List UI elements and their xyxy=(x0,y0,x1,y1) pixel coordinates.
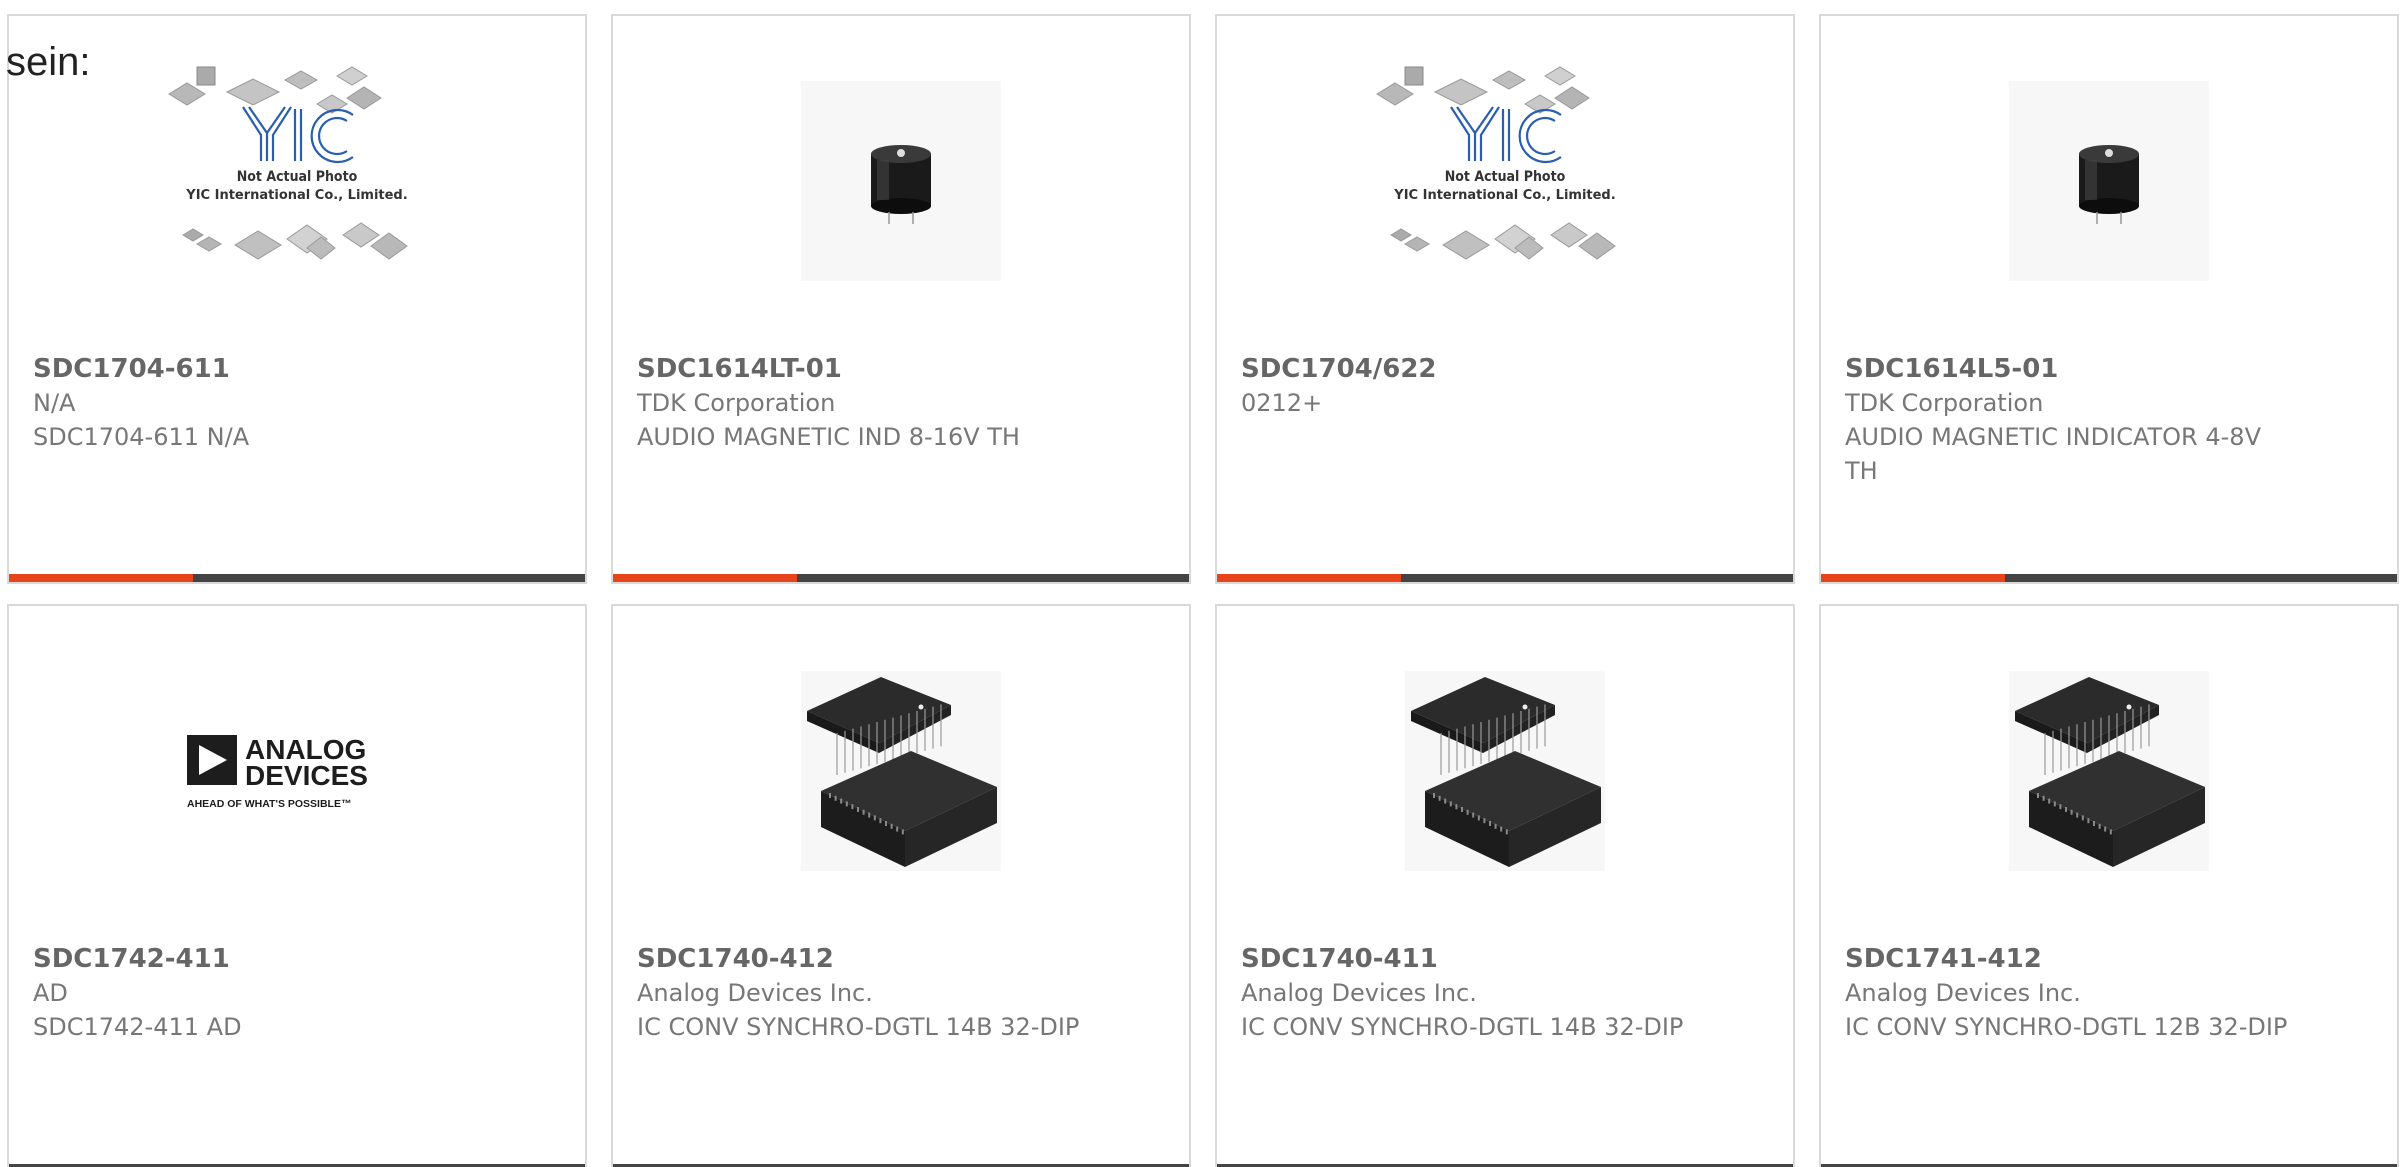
product-card-3[interactable]: Not Actual Photo YIC International Co., L… xyxy=(1215,14,1795,584)
product-card-5[interactable]: ANALOG DEVICES AHEAD OF WHAT'S POSSIBLE™ S… xyxy=(7,604,587,1167)
product-description: AUDIO MAGNETIC IND 8-16V TH xyxy=(637,423,1020,451)
product-card-8[interactable]: SDC1741-412 Analog Devices Inc. IC CONV … xyxy=(1819,604,2399,1167)
product-card-2[interactable]: SDC1614LT-01 TDK Corporation AUDIO MAGNE… xyxy=(611,14,1191,584)
placeholder-caption-1: Not Actual Photo xyxy=(237,169,358,185)
dip-module-image xyxy=(2009,671,2209,871)
product-image-area xyxy=(613,666,1189,876)
card-progress-bar xyxy=(1217,574,1793,582)
product-manufacturer: Analog Devices Inc. xyxy=(1845,979,2081,1007)
card-progress-fill xyxy=(1821,574,2006,582)
product-manufacturer: Analog Devices Inc. xyxy=(637,979,873,1007)
product-manufacturer: N/A xyxy=(33,389,76,417)
placeholder-caption-1: Not Actual Photo xyxy=(1445,169,1566,185)
product-manufacturer: TDK Corporation xyxy=(637,389,836,417)
product-card-7[interactable]: SDC1740-411 Analog Devices Inc. IC CONV … xyxy=(1215,604,1795,1167)
product-manufacturer: Analog Devices Inc. xyxy=(1241,979,1477,1007)
analog-devices-logo: ANALOGDEVICESAHEAD OF WHAT'S POSSIBLE™ xyxy=(187,734,368,810)
product-card-1[interactable]: Not Actual Photo YIC International Co., L… xyxy=(7,14,587,584)
product-image-area: Not Actual Photo YIC International Co., L… xyxy=(1217,66,1793,286)
yic-placeholder-image: Not Actual Photo YIC International Co., L… xyxy=(168,66,408,260)
dip-module-image xyxy=(801,671,1001,871)
product-manufacturer: TDK Corporation xyxy=(1845,389,2044,417)
logo-tagline: AHEAD OF WHAT'S POSSIBLE™ xyxy=(187,798,351,810)
product-info: SDC1740-412 Analog Devices Inc. IC CONV … xyxy=(637,942,1087,1044)
product-description: IC CONV SYNCHRO-DGTL 14B 32-DIP xyxy=(637,1013,1080,1041)
product-info: SDC1614L5-01 TDK Corporation AUDIO MAGNE… xyxy=(1845,352,2295,488)
product-part-number[interactable]: SDC1740-412 xyxy=(637,942,1087,976)
product-info: SDC1742-411 AD SDC1742-411 AD xyxy=(33,942,483,1044)
product-description: AUDIO MAGNETIC INDICATOR 4-8V TH xyxy=(1845,423,2261,485)
card-progress-fill xyxy=(9,574,194,582)
product-grid: Not Actual Photo YIC International Co., L… xyxy=(7,14,2400,1167)
product-image-area xyxy=(1821,666,2397,876)
product-part-number[interactable]: SDC1704/622 xyxy=(1241,352,1691,386)
product-part-number[interactable]: SDC1742-411 xyxy=(33,942,483,976)
intro-text: sein: xyxy=(6,40,91,84)
product-manufacturer: 0212+ xyxy=(1241,389,1323,417)
product-part-number[interactable]: SDC1614L5-01 xyxy=(1845,352,2295,386)
placeholder-caption-2: YIC International Co., Limited. xyxy=(185,188,407,203)
product-description: IC CONV SYNCHRO-DGTL 12B 32-DIP xyxy=(1845,1013,2288,1041)
card-progress-bar xyxy=(9,574,585,582)
product-part-number[interactable]: SDC1704-611 xyxy=(33,352,483,386)
product-listing-page: sein: Not Actual Photo YIC International … xyxy=(0,0,2400,1167)
product-part-number[interactable]: SDC1614LT-01 xyxy=(637,352,1087,386)
product-description: SDC1742-411 AD xyxy=(33,1013,242,1041)
placeholder-caption-2: YIC International Co., Limited. xyxy=(1393,188,1615,203)
logo-line-2: DEVICES xyxy=(245,760,368,791)
card-progress-bar xyxy=(613,574,1189,582)
product-card-4[interactable]: SDC1614L5-01 TDK Corporation AUDIO MAGNE… xyxy=(1819,14,2399,584)
product-image-area xyxy=(613,76,1189,286)
card-progress-bar xyxy=(1821,574,2397,582)
product-part-number[interactable]: SDC1741-412 xyxy=(1845,942,2295,976)
product-manufacturer: AD xyxy=(33,979,68,1007)
yic-placeholder-image: Not Actual Photo YIC International Co., L… xyxy=(1376,66,1616,260)
buzzer-image xyxy=(801,81,1001,281)
product-info: SDC1740-411 Analog Devices Inc. IC CONV … xyxy=(1241,942,1691,1044)
product-info: SDC1614LT-01 TDK Corporation AUDIO MAGNE… xyxy=(637,352,1087,454)
product-info: SDC1704/622 0212+ xyxy=(1241,352,1691,420)
product-info: SDC1704-611 N/A SDC1704-611 N/A xyxy=(33,352,483,454)
card-progress-fill xyxy=(1217,574,1402,582)
product-image-area: ANALOG DEVICES AHEAD OF WHAT'S POSSIBLE™ xyxy=(9,666,585,876)
product-info: SDC1741-412 Analog Devices Inc. IC CONV … xyxy=(1845,942,2295,1044)
product-description: SDC1704-611 N/A xyxy=(33,423,250,451)
buzzer-image xyxy=(2009,81,2209,281)
product-description: IC CONV SYNCHRO-DGTL 14B 32-DIP xyxy=(1241,1013,1684,1041)
product-image-area: Not Actual Photo YIC International Co., L… xyxy=(9,66,585,286)
card-progress-fill xyxy=(613,574,798,582)
product-card-6[interactable]: SDC1740-412 Analog Devices Inc. IC CONV … xyxy=(611,604,1191,1167)
dip-module-image xyxy=(1405,671,1605,871)
product-image-area xyxy=(1217,666,1793,876)
product-part-number[interactable]: SDC1740-411 xyxy=(1241,942,1691,976)
product-image-area xyxy=(1821,76,2397,286)
